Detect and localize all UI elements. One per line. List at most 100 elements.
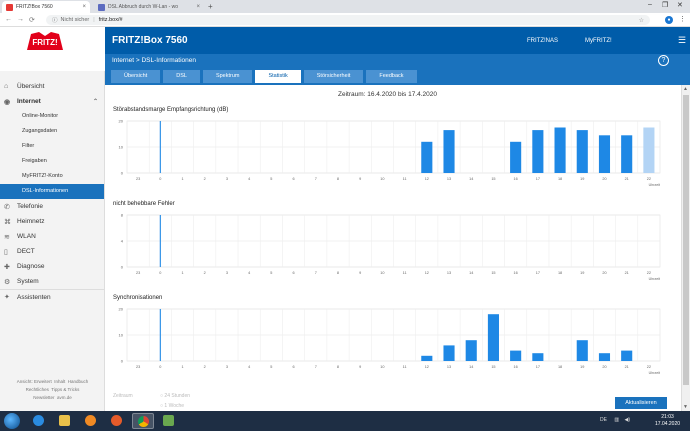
bookmark-star-icon[interactable]: ☆	[639, 17, 644, 24]
info-icon[interactable]: ⓘ	[52, 16, 58, 24]
window-close-icon[interactable]: ✕	[677, 1, 683, 9]
x-tick-label: 1	[181, 177, 183, 181]
sidebar-item-diagnose[interactable]: ✚ Diagnose	[0, 259, 104, 274]
globe-icon: ◉	[4, 98, 11, 106]
x-tick-label: 0	[159, 365, 161, 369]
minimize-icon[interactable]: –	[648, 1, 652, 8]
radio-24h[interactable]: ○ 24 Stunden	[160, 393, 190, 399]
svg-text:FRITZ!: FRITZ!	[32, 38, 57, 47]
url-field[interactable]: ⓘ Nicht sicher | fritz.box/# ☆	[46, 15, 650, 25]
wand-icon: ✦	[4, 294, 10, 301]
forum-favicon-icon	[98, 3, 105, 11]
sidebar-subitem-myfritz[interactable]: MyFRITZ!-Konto	[0, 169, 104, 184]
network-tray-icon[interactable]: ▥	[614, 417, 619, 423]
sidebar-subitem-filter[interactable]: Filter	[0, 139, 104, 154]
bar	[598, 135, 611, 173]
taskbar-app[interactable]	[158, 413, 180, 429]
hamburger-menu-icon[interactable]: ☰	[678, 35, 686, 46]
network-icon: ⌘	[4, 218, 11, 226]
x-tick-label: 20	[602, 365, 606, 369]
tab-statistics[interactable]: Statistik	[255, 70, 301, 83]
x-tick-label: 18	[558, 177, 562, 181]
tab-overview[interactable]: Übersicht	[111, 70, 161, 83]
scroll-down-icon[interactable]: ▼	[683, 404, 688, 410]
tab-interference[interactable]: Störsicherheit	[303, 70, 364, 83]
sidebar-item-overview[interactable]: ⌂ Übersicht	[0, 79, 104, 94]
browser-tab-fritzbox[interactable]: FRITZ!Box 7560 ×	[2, 1, 90, 13]
sidebar-item-dect[interactable]: ▯ DECT	[0, 244, 104, 259]
x-tick-label: 8	[337, 365, 339, 369]
browser-tab-forum[interactable]: DSL Abbruch durch W-Lan - wo ×	[94, 1, 204, 13]
x-tick-label: 2	[204, 177, 206, 181]
bottom-controls: Zeitraum ○ 24 Stunden ○ 1 Woche Aktualis…	[105, 388, 670, 411]
footer-link-view[interactable]: Ansicht: Erweitert	[17, 379, 52, 384]
firefox-icon	[111, 415, 122, 426]
taskbar-explorer[interactable]	[54, 413, 76, 429]
footer-link-tips[interactable]: Tipps & Tricks	[51, 387, 79, 392]
x-tick-label: 13	[447, 271, 451, 275]
browser-tab-label: DSL Abbruch durch W-Lan - wo	[108, 4, 179, 10]
footer-link-legal[interactable]: Rechtliches	[26, 387, 49, 392]
back-icon[interactable]: ←	[5, 16, 12, 23]
footer-link-newsletter[interactable]: Newsletter	[33, 395, 54, 400]
taskbar-media[interactable]	[80, 413, 102, 429]
x-tick-label: 17	[536, 177, 540, 181]
sidebar-subitem-freigaben[interactable]: Freigaben	[0, 154, 104, 169]
browser-menu-icon[interactable]: ⋮	[679, 15, 686, 23]
taskbar-clock[interactable]: 21:03 17.04.2020	[655, 414, 680, 428]
sidebar-item-assistenten[interactable]: ✦ Assistenten	[0, 289, 104, 304]
x-tick-label: 6	[293, 271, 295, 275]
start-button[interactable]	[4, 413, 20, 429]
sidebar-subitem-online-monitor[interactable]: Online-Monitor	[0, 109, 104, 124]
taskbar-chrome[interactable]	[132, 413, 154, 429]
tab-spectrum[interactable]: Spektrum	[202, 70, 253, 83]
scrollbar-thumb[interactable]	[683, 95, 689, 385]
bar	[510, 350, 522, 361]
chart-title-errors: nicht behebbare Fehler	[113, 201, 175, 207]
y-tick-label: 0	[121, 265, 124, 270]
reload-icon[interactable]: ⟳	[29, 16, 35, 24]
close-icon[interactable]: ×	[82, 4, 86, 10]
sidebar-subitem-dsl-info[interactable]: DSL-Informationen	[0, 184, 104, 199]
forward-icon[interactable]: →	[17, 16, 24, 23]
x-tick-label: 7	[315, 177, 317, 181]
sidebar-subitem-zugangsdaten[interactable]: Zugangsdaten	[0, 124, 104, 139]
close-icon[interactable]: ×	[196, 4, 200, 10]
myfritz-link[interactable]: MyFRITZ!	[585, 38, 612, 44]
dsl-tabs: Übersicht DSL Spektrum Statistik Störsic…	[111, 70, 417, 83]
maximize-icon[interactable]: ❐	[662, 1, 668, 9]
taskbar-ie[interactable]	[28, 413, 50, 429]
tab-dsl[interactable]: DSL	[163, 70, 200, 83]
sidebar-item-telefonie[interactable]: ✆ Telefonie	[0, 199, 104, 214]
refresh-button[interactable]: Aktualisieren	[615, 397, 667, 409]
x-tick-label: 1	[181, 365, 183, 369]
language-indicator[interactable]: DE	[600, 417, 607, 423]
page-scrollbar[interactable]: ▲ ▼	[681, 85, 690, 411]
new-tab-icon[interactable]: +	[208, 2, 213, 11]
x-tick-label: 6	[293, 365, 295, 369]
sidebar-item-label: Diagnose	[17, 263, 45, 270]
sidebar-item-heimnetz[interactable]: ⌘ Heimnetz	[0, 214, 104, 229]
fritznas-link[interactable]: FRITZ!NAS	[527, 38, 558, 44]
sidebar-item-label: Heimnetz	[17, 218, 45, 225]
x-tick-label: 0	[159, 271, 161, 275]
breadcrumb: Internet > DSL-Informationen	[112, 57, 197, 64]
sidebar-item-system[interactable]: ⚙ System	[0, 274, 104, 289]
tab-feedback[interactable]: Feedback	[366, 70, 417, 83]
profile-avatar[interactable]: ●	[665, 16, 673, 24]
sidebar-item-wlan[interactable]: ≋ WLAN	[0, 229, 104, 244]
taskbar-firefox[interactable]	[106, 413, 128, 429]
x-tick-label: 20	[602, 271, 606, 275]
volume-icon[interactable]: ◀)	[624, 417, 630, 423]
security-indicator: Nicht sicher	[60, 17, 90, 23]
help-icon[interactable]: ?	[658, 55, 669, 66]
scroll-up-icon[interactable]: ▲	[683, 86, 688, 92]
footer-link-manual[interactable]: Handbuch	[68, 379, 89, 384]
sidebar-item-internet[interactable]: ◉ Internet ⌃	[0, 94, 104, 109]
radio-week[interactable]: ○ 1 Woche	[160, 403, 184, 409]
footer-link-avm[interactable]: avm.de	[57, 395, 72, 400]
x-tick-label: 14	[469, 365, 473, 369]
x-tick-label: 15	[491, 365, 495, 369]
fritz-logo[interactable]: FRITZ!	[25, 30, 65, 52]
footer-link-content[interactable]: Inhalt	[54, 379, 65, 384]
